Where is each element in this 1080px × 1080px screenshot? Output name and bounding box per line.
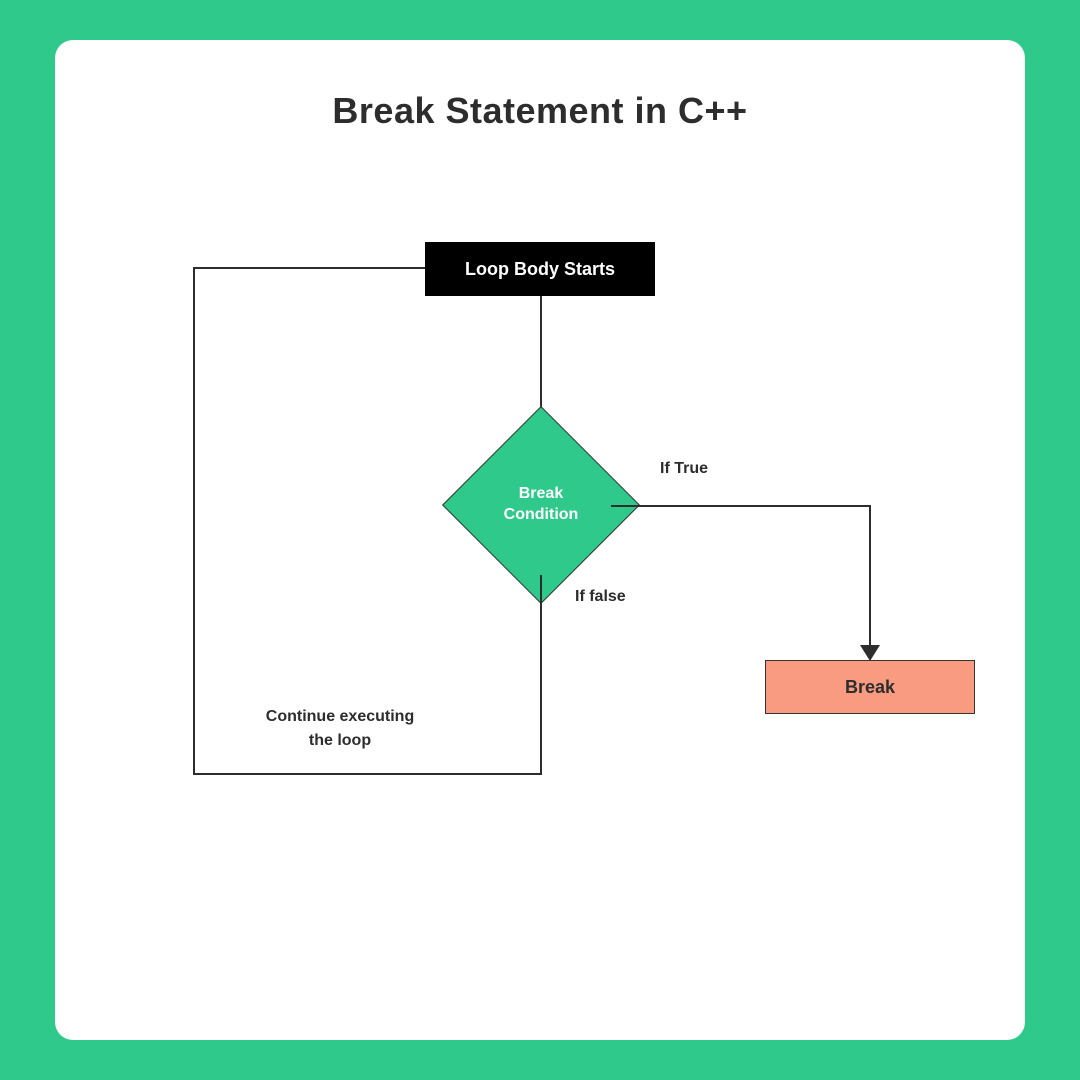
- node-loop-start: Loop Body Starts: [425, 242, 655, 296]
- connector-condition-false-h1: [193, 773, 542, 775]
- node-break-condition: Break Condition: [471, 435, 611, 575]
- condition-text-2: Condition: [504, 505, 579, 526]
- connector-condition-false-v1: [540, 575, 542, 775]
- continue-text-2: the loop: [309, 732, 371, 749]
- arrowhead-icon: [860, 645, 880, 661]
- node-loop-start-label: Loop Body Starts: [465, 259, 615, 280]
- connector-condition-true-h: [611, 505, 871, 507]
- node-break-condition-label: Break Condition: [471, 435, 611, 575]
- edge-label-false: If false: [575, 588, 626, 606]
- diagram-card: Break Statement in C++ Loop Body Starts …: [55, 40, 1025, 1040]
- condition-text-1: Break: [519, 484, 563, 505]
- connector-condition-false-h2: [193, 267, 425, 269]
- connector-condition-false-v2: [193, 267, 195, 775]
- node-break-label: Break: [845, 677, 895, 698]
- continue-text-1: Continue executing: [266, 708, 414, 725]
- node-break: Break: [765, 660, 975, 714]
- connector-condition-true-v: [869, 505, 871, 651]
- continue-loop-label: Continue executing the loop: [230, 705, 450, 753]
- edge-label-true: If True: [660, 460, 708, 478]
- diagram-title: Break Statement in C++: [55, 90, 1025, 132]
